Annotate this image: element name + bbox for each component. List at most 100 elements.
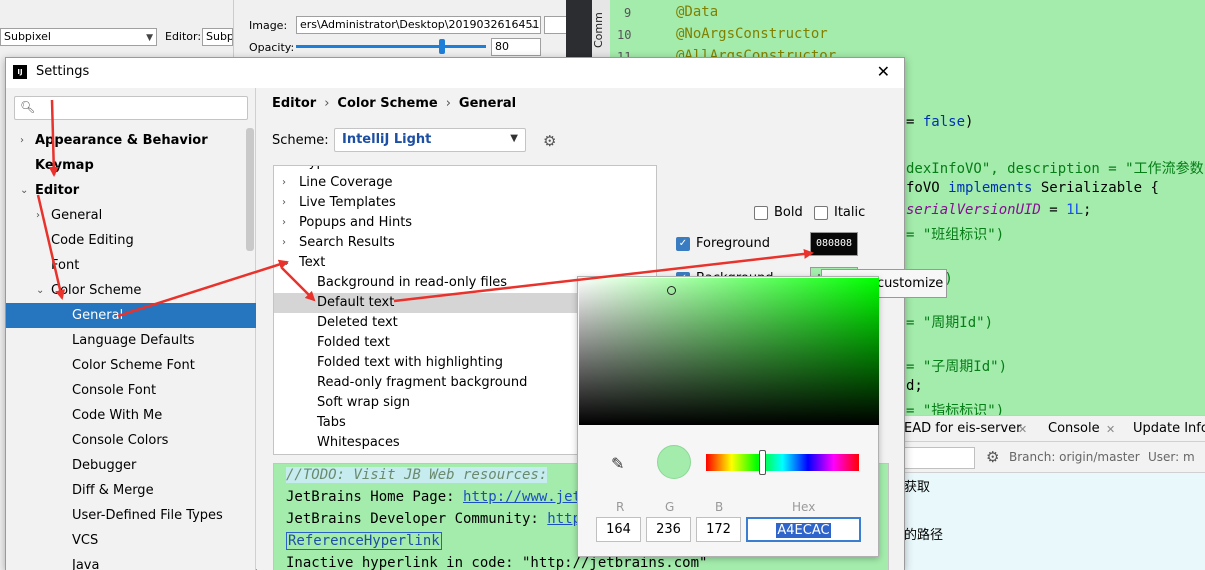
code-line: foVO implements Serializable {	[906, 180, 1159, 196]
sidebar-item[interactable]: Console Colors	[6, 428, 256, 453]
tab-update-info[interactable]: Update Info:	[1133, 421, 1205, 436]
subpixel-select[interactable]: Subpixel ▼	[0, 28, 157, 46]
selected-color-preview	[657, 445, 691, 479]
chevron-right-icon[interactable]: ›	[282, 166, 286, 173]
italic-checkbox[interactable]	[814, 206, 828, 220]
code-line: = "班组标识")	[906, 227, 1005, 243]
tab-eis-server[interactable]: EAD for eis-server	[904, 421, 1021, 436]
hue-slider[interactable]	[706, 454, 859, 471]
close-icon[interactable]: ✕	[1018, 423, 1027, 436]
chevron-right-icon[interactable]: ›	[20, 128, 24, 153]
chevron-right-icon: ›	[324, 96, 330, 111]
sidebar-item-label: Keymap	[35, 158, 94, 173]
code-line: serialVersionUID = 1L;	[906, 202, 1091, 218]
sidebar-item[interactable]: Diff & Merge	[6, 478, 256, 503]
preview-todo-comment: //TODO: Visit JB Web resources:	[286, 467, 548, 483]
sidebar-item[interactable]: ⌄ Color Scheme	[6, 278, 256, 303]
color-cursor[interactable]	[667, 286, 676, 295]
chevron-right-icon[interactable]: ›	[282, 213, 286, 233]
saturation-brightness-area[interactable]	[579, 278, 879, 425]
chevron-down-icon: ▼	[146, 33, 153, 43]
opacity-slider-thumb[interactable]	[439, 39, 445, 54]
commit-side-tab[interactable]: Comm	[592, 0, 610, 60]
bold-checkbox[interactable]	[754, 206, 768, 220]
bold-label: Bold	[774, 205, 803, 220]
hex-label: Hex	[792, 500, 816, 514]
sidebar-item[interactable]: › Appearance & Behavior	[6, 128, 256, 153]
list-item-label: Whitespaces	[317, 435, 400, 450]
chevron-right-icon[interactable]: ›	[282, 193, 286, 213]
gear-icon[interactable]: ⚙	[986, 448, 999, 466]
preview-text: JetBrains Developer Community:	[286, 511, 548, 527]
list-item[interactable]: › Live Templates	[274, 193, 656, 213]
foreground-checkbox[interactable]: ✓	[676, 237, 690, 251]
sidebar-item[interactable]: Color Scheme Font	[6, 353, 256, 378]
list-item[interactable]: › Line Coverage	[274, 173, 656, 193]
code-line: = "子周期Id")	[906, 359, 1008, 375]
sidebar-item[interactable]: ⌄ Editor	[6, 178, 256, 203]
list-item[interactable]: ⌄ Text	[274, 253, 656, 273]
chevron-right-icon[interactable]: ›	[282, 233, 286, 253]
green-input[interactable]: 236	[646, 517, 691, 542]
list-item-label: Deleted text	[317, 315, 398, 330]
hue-slider-thumb[interactable]	[759, 450, 766, 475]
foreground-color-swatch[interactable]: 080808	[810, 232, 858, 256]
list-item-label: Line Coverage	[299, 175, 393, 190]
chevron-down-icon[interactable]: ⌄	[36, 278, 44, 303]
scheme-select[interactable]: IntelliJ Light ▼	[334, 128, 526, 152]
preview-text: JetBrains Home Page:	[286, 489, 464, 505]
user-filter[interactable]: User: m	[1148, 450, 1195, 464]
tool-window: EAD for eis-server ✕ Console ✕ Update In…	[878, 415, 1205, 570]
sidebar-item-label: Color Scheme	[51, 283, 142, 298]
sidebar-item[interactable]: Debugger	[6, 453, 256, 478]
sidebar-item[interactable]: User-Defined File Types	[6, 503, 256, 528]
image-viewer-toolbar: Subpixel ▼ Editor: Subpix Image: ers\Adm…	[0, 0, 566, 57]
editor-select-value: Subpix	[206, 30, 232, 43]
list-item[interactable]: › Popups and Hints	[274, 213, 656, 233]
sidebar-item[interactable]: Keymap	[6, 153, 256, 178]
sidebar-item[interactable]: Language Defaults	[6, 328, 256, 353]
chevron-down-icon[interactable]: ⌄	[20, 178, 28, 203]
editor-select[interactable]: Subpix	[202, 28, 233, 46]
opacity-slider-track[interactable]	[296, 45, 486, 48]
sidebar-item-label: Debugger	[72, 458, 137, 473]
sidebar-item[interactable]: Console Font	[6, 378, 256, 403]
browse-button[interactable]	[544, 16, 566, 34]
opacity-input[interactable]: 80	[491, 38, 541, 56]
close-icon[interactable]: ✕	[877, 62, 890, 81]
tab-console[interactable]: Console	[1048, 421, 1100, 436]
close-icon[interactable]: ✕	[1106, 423, 1115, 436]
sidebar-item-label: Console Font	[72, 383, 157, 398]
sidebar-item[interactable]: VCS	[6, 528, 256, 553]
opacity-label: Opacity:	[249, 41, 295, 54]
sidebar-item-label: Diff & Merge	[72, 483, 154, 498]
preview-reference-hyperlink[interactable]: ReferenceHyperlink	[286, 532, 442, 550]
intellij-logo-icon: IJ	[13, 65, 27, 79]
chevron-right-icon[interactable]: ›	[36, 203, 40, 228]
breadcrumb-item[interactable]: Color Scheme	[337, 96, 437, 111]
eyedropper-icon[interactable]: ✎	[611, 454, 624, 473]
sidebar-item[interactable]: › General	[6, 203, 256, 228]
code-line: dexInfoVO", description = "工作流参数中的	[906, 158, 1205, 178]
gear-icon[interactable]: ⚙	[543, 132, 556, 150]
sidebar-item[interactable]: Font	[6, 253, 256, 278]
dialog-titlebar: IJ Settings ✕	[6, 58, 904, 88]
sidebar-item[interactable]: General	[6, 303, 256, 328]
sidebar-item[interactable]: Code With Me	[6, 403, 256, 428]
sidebar-item[interactable]: Java	[6, 553, 256, 570]
blue-input[interactable]: 172	[696, 517, 741, 542]
red-input[interactable]: 164	[596, 517, 641, 542]
image-path-select[interactable]: ers\Administrator\Desktop\20190326164511…	[296, 16, 541, 34]
scrollbar[interactable]	[246, 128, 254, 251]
hex-input[interactable]: A4ECAC	[746, 517, 861, 542]
vcs-filter-input[interactable]	[900, 447, 975, 469]
settings-search-input[interactable]: 🔍︎	[14, 96, 248, 120]
chevron-right-icon[interactable]: ›	[282, 173, 286, 193]
chevron-down-icon[interactable]: ⌄	[282, 253, 290, 273]
code-line: d;	[906, 378, 923, 394]
list-item[interactable]: › Hyperlinks	[274, 166, 656, 173]
branch-filter[interactable]: Branch: origin/master	[1009, 450, 1140, 464]
breadcrumb-item[interactable]: Editor	[272, 96, 316, 111]
list-item[interactable]: › Search Results	[274, 233, 656, 253]
sidebar-item[interactable]: Code Editing	[6, 228, 256, 253]
